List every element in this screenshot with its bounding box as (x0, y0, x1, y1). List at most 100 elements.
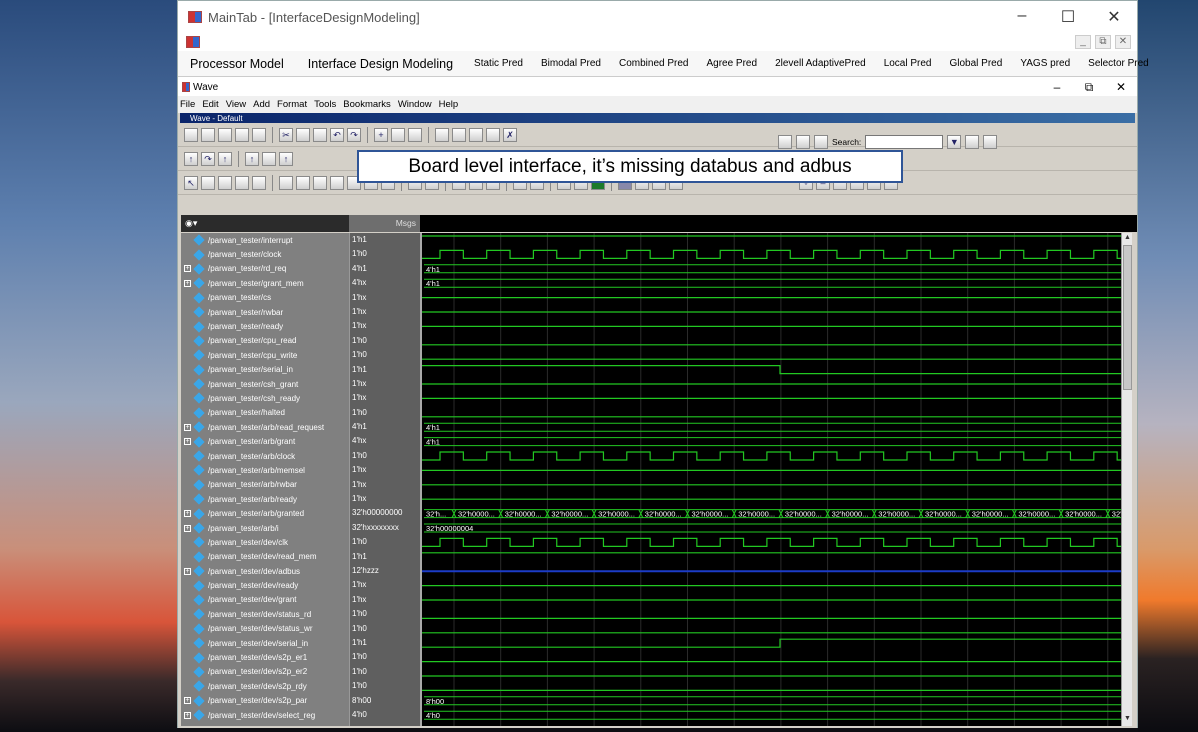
sim-icon[interactable] (452, 127, 466, 142)
search-input[interactable] (865, 135, 944, 149)
menu-edit[interactable]: Edit (202, 99, 223, 110)
edge-fall-icon[interactable] (330, 175, 344, 190)
insert-cursor-icon[interactable] (235, 175, 249, 190)
signal-row[interactable]: /parwan_tester/cpu_read (181, 334, 349, 348)
scroll-down-icon[interactable]: ▼ (1123, 715, 1132, 725)
signal-row[interactable]: /parwan_tester/dev/status_rd (181, 607, 349, 621)
tab-2[interactable]: Static Pred (465, 58, 532, 69)
menu-file[interactable]: File (180, 99, 200, 110)
menu-format[interactable]: Format (277, 99, 312, 110)
find-icon[interactable] (391, 127, 405, 142)
mdi-close-button[interactable]: ✕ (1115, 35, 1131, 49)
maximize-button[interactable]: ☐ (1045, 7, 1091, 27)
signal-row[interactable]: /parwan_tester/rwbar (181, 305, 349, 319)
new-icon[interactable] (184, 127, 198, 142)
undo-icon[interactable]: ↶ (330, 127, 344, 142)
move-icon[interactable] (218, 175, 232, 190)
binoculars-icon[interactable] (965, 135, 980, 149)
signal-row[interactable]: /parwan_tester/dev/grant (181, 593, 349, 607)
tab-4[interactable]: Combined Pred (610, 58, 697, 69)
signal-row[interactable]: /parwan_tester/arb/memsel (181, 463, 349, 477)
cut-icon[interactable]: ✂ (279, 127, 293, 142)
expand-icon[interactable]: + (184, 697, 191, 705)
signal-row[interactable]: + /parwan_tester/dev/adbus (181, 564, 349, 578)
scroll-thumb[interactable] (1123, 245, 1132, 390)
tab-8[interactable]: Global Pred (941, 58, 1012, 69)
pointer-icon[interactable]: ↖ (184, 175, 198, 190)
signal-row[interactable]: /parwan_tester/arb/clock (181, 449, 349, 463)
tab-0[interactable]: Processor Model (178, 57, 296, 71)
up-arrow-icon[interactable]: ↑ (184, 151, 198, 166)
tab-10[interactable]: Selector Pred (1079, 58, 1158, 69)
menu-window[interactable]: Window (398, 99, 437, 110)
step-over-icon[interactable] (796, 135, 810, 149)
print-icon[interactable] (252, 127, 266, 142)
tab-5[interactable]: Agree Pred (697, 58, 766, 69)
reload-icon[interactable] (235, 127, 249, 142)
signal-row[interactable]: /parwan_tester/dev/read_mem (181, 550, 349, 564)
step-out-icon[interactable] (814, 135, 828, 149)
wave-restore-button[interactable]: ⧉ (1073, 80, 1105, 95)
search-dropdown-icon[interactable]: ▼ (947, 135, 962, 149)
select-icon[interactable] (201, 175, 215, 190)
signal-row[interactable]: /parwan_tester/dev/status_wr (181, 622, 349, 636)
signal-row[interactable]: /parwan_tester/dev/s2p_rdy (181, 679, 349, 693)
add-icon[interactable]: + (374, 127, 388, 142)
signal-row[interactable]: + /parwan_tester/arb/i (181, 521, 349, 535)
step-up-icon[interactable]: ↑ (218, 151, 232, 166)
delete-cursor-icon[interactable] (252, 175, 266, 190)
signal-row[interactable]: /parwan_tester/csh_ready (181, 391, 349, 405)
expand-icon[interactable]: + (184, 423, 191, 431)
run-all-icon[interactable] (262, 151, 276, 166)
mdi-restore-button[interactable]: ⧉ (1095, 35, 1111, 49)
redo-icon[interactable]: ↷ (347, 127, 361, 142)
paste-icon[interactable] (313, 127, 327, 142)
wave-close-button[interactable]: ✕ (1105, 80, 1137, 95)
signal-row[interactable]: + /parwan_tester/arb/grant (181, 434, 349, 448)
signal-row[interactable]: + /parwan_tester/dev/select_reg (181, 708, 349, 722)
menu-help[interactable]: Help (439, 99, 464, 110)
signal-row[interactable]: /parwan_tester/cpu_write (181, 348, 349, 362)
tab-3[interactable]: Bimodal Pred (532, 58, 610, 69)
tab-1[interactable]: Interface Design Modeling (296, 57, 465, 71)
scroll-up-icon[interactable]: ▲ (1123, 234, 1132, 244)
list-icon[interactable] (408, 127, 422, 142)
edge-prev-icon[interactable] (279, 175, 293, 190)
menu-view[interactable]: View (226, 99, 251, 110)
signal-row[interactable]: + /parwan_tester/dev/s2p_par (181, 694, 349, 708)
minimize-button[interactable]: – (999, 7, 1045, 27)
table-icon[interactable] (469, 127, 483, 142)
compile-icon[interactable] (435, 127, 449, 142)
signal-row[interactable]: + /parwan_tester/rd_req (181, 262, 349, 276)
run-icon[interactable]: ↑ (245, 151, 259, 166)
signal-row[interactable]: /parwan_tester/clock (181, 247, 349, 261)
continue-icon[interactable]: ↑ (279, 151, 293, 166)
expand-icon[interactable]: + (184, 510, 191, 518)
signal-pane[interactable]: /parwan_tester/interrupt/parwan_tester/c… (181, 233, 349, 726)
menu-bookmarks[interactable]: Bookmarks (343, 99, 396, 110)
waveform-pane[interactable]: 4'h1 4'h1 4'h1 4'h1 32'h0000... 32'h0000... 32… (420, 233, 1121, 726)
signal-row[interactable]: /parwan_tester/halted (181, 406, 349, 420)
signal-row[interactable]: /parwan_tester/arb/ready (181, 492, 349, 506)
save-icon[interactable] (218, 127, 232, 142)
signal-row[interactable]: + /parwan_tester/arb/granted (181, 506, 349, 520)
signal-row[interactable]: /parwan_tester/dev/s2p_er1 (181, 650, 349, 664)
expand-icon[interactable]: + (184, 279, 191, 287)
signal-row[interactable]: /parwan_tester/dev/s2p_er2 (181, 665, 349, 679)
expand-icon[interactable]: + (184, 524, 191, 532)
expand-icon[interactable]: + (184, 265, 191, 273)
vertical-scrollbar[interactable]: ▲ ▼ (1121, 233, 1132, 726)
signal-row[interactable]: /parwan_tester/dev/ready (181, 578, 349, 592)
tab-6[interactable]: 2levell AdaptivePred (766, 58, 875, 69)
signal-row[interactable]: /parwan_tester/arb/rwbar (181, 478, 349, 492)
menu-tools[interactable]: Tools (314, 99, 341, 110)
tab-7[interactable]: Local Pred (875, 58, 941, 69)
break-icon[interactable] (486, 127, 500, 142)
curve-arrow-icon[interactable]: ↷ (201, 151, 215, 166)
close-button[interactable]: ✕ (1091, 7, 1137, 27)
tab-9[interactable]: YAGS pred (1011, 58, 1079, 69)
stop-icon[interactable]: ✗ (503, 127, 517, 142)
signal-row[interactable]: /parwan_tester/interrupt (181, 233, 349, 247)
signal-row[interactable]: /parwan_tester/dev/serial_in (181, 636, 349, 650)
edge-next-icon[interactable] (296, 175, 310, 190)
